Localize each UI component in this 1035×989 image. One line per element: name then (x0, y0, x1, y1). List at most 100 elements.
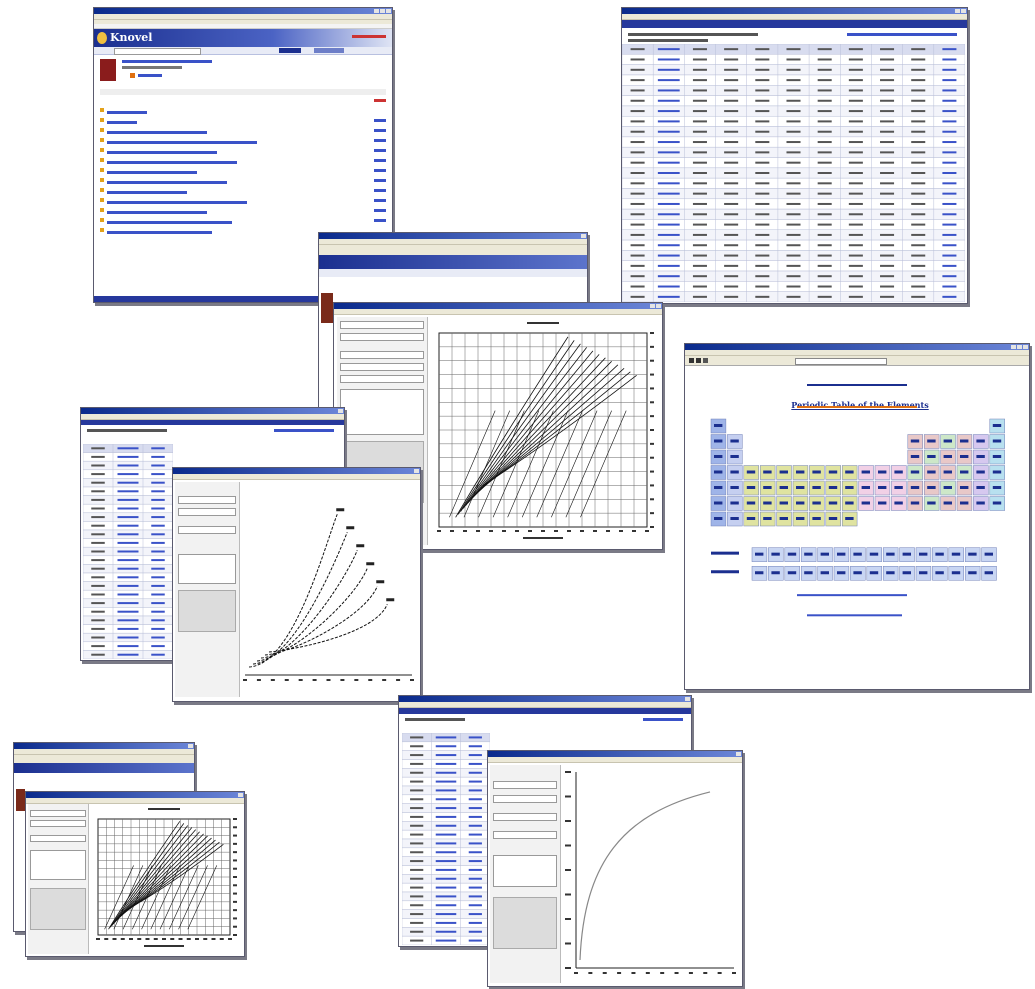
close-button[interactable] (238, 793, 243, 797)
pdf-link[interactable] (374, 199, 386, 202)
option-list[interactable] (30, 850, 86, 880)
close-button[interactable] (414, 469, 419, 473)
element-symbol (992, 470, 1002, 474)
minimize-button[interactable] (374, 9, 379, 13)
maximize-button[interactable] (380, 9, 385, 13)
pdf-link[interactable] (374, 189, 386, 192)
book-thumbnail (16, 789, 25, 811)
pdf-link[interactable] (374, 179, 386, 182)
input-field[interactable] (493, 781, 557, 789)
back-icon[interactable] (689, 358, 694, 363)
close-button[interactable] (188, 744, 193, 748)
search-input[interactable] (114, 48, 201, 55)
input-field[interactable] (340, 321, 424, 329)
advanced-search-button[interactable] (314, 48, 344, 53)
table-cell (435, 815, 457, 818)
input-field[interactable] (340, 375, 424, 383)
knovel-logo: Knovel (110, 31, 153, 44)
pdf-link[interactable] (374, 149, 386, 152)
close-button[interactable] (338, 409, 343, 413)
pdf-link[interactable] (374, 169, 386, 172)
close-button[interactable] (1023, 345, 1028, 349)
table-cell (91, 610, 105, 613)
input-field[interactable] (178, 496, 236, 504)
maximize-button[interactable] (1017, 345, 1022, 349)
table-cell (942, 89, 957, 92)
option-list[interactable] (178, 554, 236, 584)
table-cell (848, 161, 863, 164)
toc-item[interactable] (100, 149, 386, 164)
pdf-link[interactable] (374, 159, 386, 162)
dropdown[interactable] (493, 831, 557, 839)
table-cell (755, 120, 770, 123)
tick-label (233, 900, 237, 903)
input-field[interactable] (178, 526, 236, 534)
close-button[interactable] (581, 234, 586, 238)
element-symbol (845, 517, 854, 520)
table-cell (942, 130, 957, 133)
table-nav-link[interactable] (643, 718, 683, 721)
blue-header (622, 20, 967, 28)
table-cell (692, 79, 707, 82)
pdf-link[interactable] (374, 129, 386, 132)
table-cell (724, 202, 739, 205)
toc-item[interactable] (100, 189, 386, 204)
pdf-link[interactable] (374, 219, 386, 222)
dropdown[interactable] (340, 351, 424, 359)
pdf-link[interactable] (374, 209, 386, 212)
minimize-button[interactable] (1011, 345, 1016, 349)
maximize-button[interactable] (955, 9, 960, 13)
header-link[interactable] (352, 35, 386, 38)
close-button[interactable] (656, 304, 661, 308)
pdf-link[interactable] (374, 119, 386, 122)
option-list[interactable] (340, 389, 424, 435)
element-symbol (968, 552, 977, 556)
table-cell (657, 285, 680, 288)
toc-item[interactable] (100, 129, 386, 144)
pdf-link[interactable] (374, 99, 386, 102)
tick-label (233, 925, 237, 928)
book-title-link[interactable] (122, 60, 212, 63)
input-field[interactable] (340, 363, 424, 371)
toc-item[interactable] (100, 209, 386, 224)
address-input[interactable] (795, 358, 887, 365)
pdf-link[interactable] (374, 139, 386, 142)
home-icon[interactable] (703, 358, 708, 363)
element-symbol (861, 470, 870, 474)
tick-label (565, 820, 571, 822)
table-cell (657, 130, 680, 133)
toc-item[interactable] (100, 159, 386, 174)
book-action-link[interactable] (138, 74, 162, 77)
table-cell (848, 233, 863, 236)
toc-item[interactable] (100, 169, 386, 184)
close-button[interactable] (386, 9, 391, 13)
table-nav-link[interactable] (274, 429, 334, 432)
input-field[interactable] (340, 333, 424, 341)
close-button[interactable] (961, 9, 966, 13)
table-cell (848, 285, 863, 288)
search-button[interactable] (279, 48, 301, 53)
table-cell (657, 254, 680, 257)
forward-icon[interactable] (696, 358, 701, 363)
option-list[interactable] (493, 855, 557, 887)
input-field[interactable] (178, 508, 236, 516)
input-field[interactable] (493, 795, 557, 803)
book-action-icon[interactable] (130, 73, 135, 78)
toc-item[interactable] (100, 99, 386, 114)
close-button[interactable] (736, 752, 741, 756)
maximize-button[interactable] (650, 304, 655, 308)
dropdown[interactable] (30, 835, 86, 842)
input-field[interactable] (30, 810, 86, 817)
table-nav-link[interactable] (847, 33, 957, 36)
element-symbol (984, 571, 993, 575)
toc-link[interactable] (107, 231, 212, 234)
toc-item[interactable] (100, 119, 386, 134)
table-cell (724, 285, 739, 288)
tick-label (565, 844, 571, 847)
toc-item[interactable] (100, 219, 386, 234)
close-button[interactable] (685, 697, 690, 701)
input-field[interactable] (30, 820, 86, 827)
input-field[interactable] (493, 813, 557, 821)
toc-item[interactable] (100, 179, 386, 194)
tick-label (619, 530, 623, 532)
